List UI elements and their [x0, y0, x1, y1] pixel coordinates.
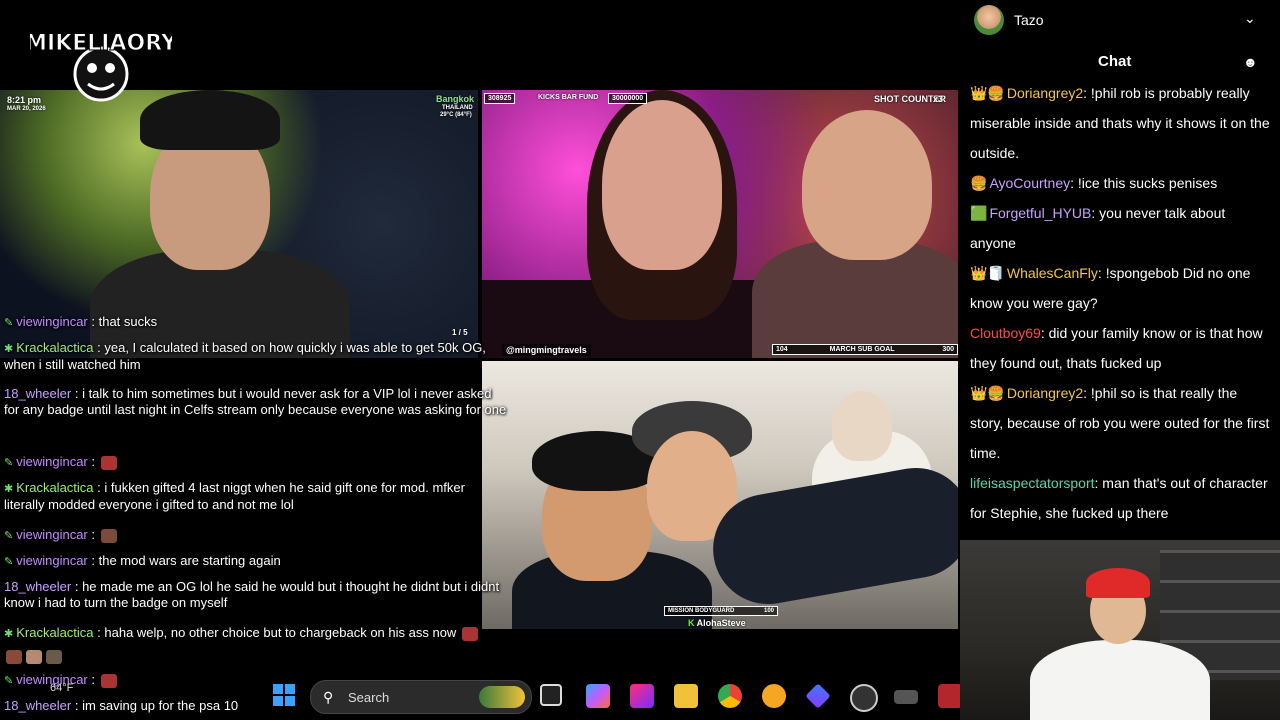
emote-icon: [461, 626, 478, 641]
facecam-hat: [1086, 568, 1150, 598]
mission-bar: MISSION BODYGUARD 100: [664, 606, 778, 616]
emote-row: [4, 648, 64, 664]
chat-username[interactable]: lifeisaspectatorsport: [970, 475, 1095, 491]
stream-area: 8:21 pm MAR 20, 2026 Bangkok THAILAND 29…: [0, 0, 960, 720]
cam-top-right: 308925 KICKS BAR FUND 30000000 SHOT COUN…: [482, 90, 958, 358]
file-explorer-icon[interactable]: [674, 684, 698, 708]
chat-message: lifeisaspectatorsport: man that's out of…: [970, 475, 1268, 521]
fund-counter-b: 30000000: [608, 93, 648, 104]
overlay-msg: ✎ viewingincar : that sucks: [4, 314, 158, 329]
region-label: THAILAND: [442, 105, 473, 111]
date-label: MAR 20, 2026: [7, 106, 46, 112]
chrome-icon[interactable]: [718, 684, 742, 708]
emote-icon: [100, 528, 117, 543]
chat-message: 🍔 AyoCourtney: !ice this sucks penises: [970, 168, 1270, 198]
cam-bottom-right: MISSION BODYGUARD 100 K AlohaSteve: [482, 361, 958, 629]
weather-temp[interactable]: 64°F: [50, 682, 73, 694]
chat-username[interactable]: Forgetful_HYUB: [989, 205, 1091, 221]
avatar[interactable]: [974, 5, 1004, 35]
emote-icon: [100, 455, 117, 470]
chat-username[interactable]: Doriangrey2: [1007, 385, 1083, 401]
mission-value: 100: [763, 608, 774, 614]
bystander-face: [832, 391, 892, 461]
sub-goal-bar: 104 MARCH SUB GOAL 300: [772, 344, 958, 355]
svg-text:MIKELIAORY: MIKELIAORY: [30, 31, 172, 56]
srt-icon[interactable]: [894, 690, 918, 704]
taskbar-search[interactable]: ⚲ Search: [310, 680, 532, 714]
overlay-chat: ✎ viewingincar : that sucks ✱ Krackalactic…: [0, 312, 540, 664]
chevron-down-icon[interactable]: ⌄: [1244, 10, 1256, 27]
brightness-icon[interactable]: [762, 684, 786, 708]
task-view-icon[interactable]: [540, 684, 562, 706]
mission-label: MISSION BODYGUARD: [668, 608, 735, 614]
emote-icon: [100, 673, 117, 688]
goal-right: 300: [942, 346, 954, 353]
crown-icon: 👑🍔: [970, 385, 1005, 401]
overlay-msg: ✱ Krackalactica : yea, I calculated it ba…: [4, 340, 486, 372]
chat-username[interactable]: Doriangrey2: [1007, 85, 1083, 101]
facecam-body: [1030, 640, 1210, 720]
copilot-icon[interactable]: [586, 684, 610, 708]
chat-message: Cloutboy69: did your family know or is t…: [970, 325, 1263, 371]
fund-label: KICKS BAR FUND: [538, 94, 599, 101]
streamer-arm: [704, 459, 958, 613]
overlay-msg: 18_wheeler : im saving up for the psa 10: [4, 698, 239, 713]
people-icon[interactable]: ☻: [1243, 54, 1258, 70]
username[interactable]: Tazo: [1014, 12, 1044, 28]
search-icon: ⚲: [323, 689, 334, 705]
chat-username[interactable]: AyoCourtney: [989, 175, 1070, 191]
chat-message: 👑🍔 Doriangrey2: !phil rob is probably rea…: [970, 78, 1270, 168]
search-placeholder: Search: [348, 690, 390, 705]
chat-message: 👑🧻 WhalesCanFly: !spongebob Did no one kn…: [970, 258, 1270, 318]
chat-title: Chat: [1098, 53, 1132, 70]
windows-start-icon[interactable]: [273, 684, 295, 706]
overlay-msg: ✎ viewingincar :: [4, 527, 119, 544]
chat-message: 🟩 Forgetful_HYUB: you never talk about an…: [970, 198, 1270, 258]
overlay-msg: ✎ viewingincar : the mod wars are startin…: [4, 553, 281, 568]
man-face: [802, 110, 932, 260]
gift-icon: 🟩: [970, 205, 988, 221]
streamer-tag: K AlohaSteve: [688, 618, 746, 628]
chat-message-list[interactable]: 👑🍔 Doriangrey2: !phil rob is probably rea…: [960, 78, 1278, 540]
goal-left: 104: [776, 346, 788, 353]
obs-icon[interactable]: [850, 684, 878, 712]
search-highlight-icon: [479, 686, 525, 708]
streamer-facecam: [960, 540, 1280, 720]
chat-message: 👑🍔 Doriangrey2: !phil so is that really t…: [970, 378, 1270, 468]
woman-face: [602, 100, 722, 270]
shot-count: x3: [933, 94, 944, 104]
overlay-msg: ✱ Krackalactica : i fukken gifted 4 last …: [4, 480, 465, 512]
chat-username[interactable]: Cloutboy69: [970, 325, 1041, 341]
burger-icon: 🍔: [970, 175, 988, 191]
crown-icon: 👑🧻: [970, 265, 1005, 281]
chat-username[interactable]: WhalesCanFly: [1007, 265, 1098, 281]
temp-label: 29°C (84°F): [440, 112, 472, 118]
overlay-msg: ✱ Krackalactica : haha welp, no other cho…: [4, 625, 480, 642]
overlay-msg: ✎ viewingincar :: [4, 454, 119, 471]
overlay-msg: 18_wheeler : he made me an OG lol he sai…: [4, 579, 500, 611]
picsart-icon[interactable]: [630, 684, 654, 708]
channel-logo: MIKELIAORY: [25, 12, 178, 104]
fund-counter-a: 308925: [484, 93, 516, 104]
goal-label: MARCH SUB GOAL: [829, 346, 895, 353]
overlay-msg: 18_wheeler : i talk to him sometimes but…: [4, 386, 507, 418]
app-red-icon[interactable]: [938, 684, 962, 708]
city-label: Bangkok: [436, 94, 475, 104]
crown-icon: 👑🍔: [970, 85, 1005, 101]
